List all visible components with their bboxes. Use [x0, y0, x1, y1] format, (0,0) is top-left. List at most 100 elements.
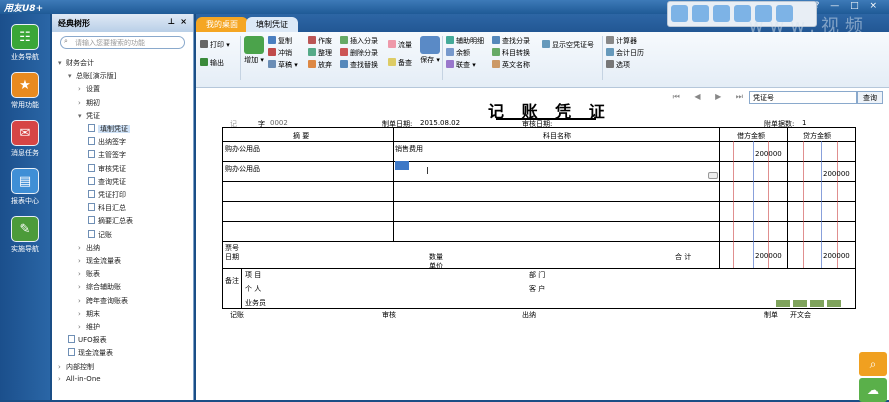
tree-node[interactable]: › 跨年查询账表 [78, 296, 128, 306]
output-button[interactable]: 输出 [200, 58, 224, 68]
aux-detail-button[interactable]: 辅助明细 [446, 36, 484, 46]
find-replace-button[interactable]: 查找替换 [340, 60, 378, 70]
record-nav-arrows[interactable]: ⏮ ◀ ▶ ⏭ [673, 92, 749, 102]
expand-arrow-icon[interactable]: › [78, 283, 86, 291]
expand-arrow-icon[interactable]: › [58, 375, 66, 383]
expand-arrow-icon[interactable]: › [78, 85, 86, 93]
flow-button[interactable]: 流量 [388, 40, 412, 50]
quick-icon[interactable] [713, 5, 730, 22]
expand-arrow-icon[interactable]: › [58, 363, 66, 371]
tree-node[interactable]: 凭证打印 [88, 190, 126, 200]
calculator-button[interactable]: 计算器 [606, 36, 637, 46]
close-icon[interactable]: × [180, 17, 187, 26]
tidy-button[interactable]: 整理 [308, 48, 332, 58]
options-button[interactable]: 选项 [606, 60, 630, 70]
tree-node[interactable]: › 综合辅助账 [78, 282, 121, 292]
tree-node[interactable]: 科目汇总 [88, 203, 126, 213]
subject-convert-label: 科目转换 [502, 49, 530, 57]
tree-node[interactable]: ▾ 财务会计 [58, 58, 94, 68]
add-button[interactable]: 增加 ▾ [244, 36, 264, 65]
tree-node[interactable]: 查询凭证 [88, 176, 126, 187]
nav-star[interactable]: ★ 常用功能 [0, 72, 50, 110]
copy-button[interactable]: 复制 [268, 36, 292, 46]
tree-node[interactable]: ▾ 凭证 [78, 111, 100, 121]
tree-node[interactable]: › 内部控制 [58, 362, 94, 372]
tree-node[interactable]: › 账表 [78, 269, 100, 279]
save-button[interactable]: 保存 ▾ [420, 36, 440, 65]
ref-button[interactable] [708, 172, 718, 179]
tree-node[interactable]: › 期初 [78, 98, 100, 108]
linked-query-button[interactable]: 联查 ▾ [446, 60, 476, 70]
nav-report[interactable]: ▤ 报表中心 [0, 168, 50, 206]
void-button[interactable]: 作废 [308, 36, 332, 46]
main-area: 我的桌面 填制凭证 www.视频 打印 ▾ 输出 增加 ▾ 复制 冲销 草稿 ▾… [196, 1, 889, 402]
search-side-button[interactable]: ⌕ [859, 352, 887, 376]
expand-arrow-icon[interactable]: ▾ [68, 72, 76, 80]
tab-desktop[interactable]: 我的桌面 [196, 17, 248, 32]
row2-summary[interactable]: 购办公用品 [225, 164, 260, 174]
tree-node[interactable]: › 期末 [78, 309, 100, 319]
tree-node[interactable]: › 维护 [78, 322, 100, 332]
insert-entry-button[interactable]: 插入分录 [340, 36, 378, 46]
subject-code-input[interactable] [395, 161, 409, 170]
voucher-number[interactable]: 0002 [270, 119, 288, 127]
tree-node[interactable]: › 设置 [78, 84, 100, 94]
nav-implement[interactable]: ✎ 实施导航 [0, 216, 50, 254]
expand-arrow-icon[interactable]: › [78, 270, 86, 278]
tree-node[interactable]: ▾ 总账[演示版] [68, 71, 116, 81]
memo-button[interactable]: 备查 [388, 58, 412, 68]
expand-arrow-icon[interactable]: › [78, 323, 86, 331]
tree-node[interactable]: › All-in-One [58, 375, 101, 383]
tree-node[interactable]: 审核凭证 [88, 163, 126, 174]
tree-node[interactable]: › 现金流量表 [78, 256, 121, 266]
attach-value[interactable]: 1 [802, 119, 806, 127]
calendar-button[interactable]: 会计日历 [606, 48, 644, 58]
cloud-icon: ☁ [867, 383, 879, 397]
calendar-icon [606, 48, 614, 56]
expand-arrow-icon[interactable]: › [78, 257, 86, 265]
tab-voucher-entry[interactable]: 填制凭证 [246, 17, 298, 32]
expand-arrow-icon[interactable]: ▾ [58, 59, 66, 67]
expand-arrow-icon[interactable]: › [78, 310, 86, 318]
tree-node[interactable]: 主管签字 [88, 150, 126, 160]
draft-button[interactable]: 草稿 ▾ [268, 60, 298, 70]
date-value[interactable]: 2015.08.02 [420, 119, 460, 127]
divider [602, 36, 603, 80]
tree-node[interactable]: 现金流量表 [68, 348, 113, 358]
delete-entry-button[interactable]: 删除分录 [340, 48, 378, 58]
void-icon [308, 36, 316, 44]
cloud-side-button[interactable]: ☁ [859, 378, 887, 402]
tree-node[interactable]: 摘要汇总表 [88, 216, 133, 226]
tree-node[interactable]: 记账 [88, 229, 112, 240]
print-button[interactable]: 打印 ▾ [200, 40, 230, 50]
find-replace-label: 查找替换 [350, 61, 378, 69]
query-button[interactable]: 查询 [857, 91, 883, 104]
search-input[interactable]: ⌕ 请输入您要搜索的功能 [60, 36, 185, 49]
expand-arrow-icon[interactable]: › [78, 297, 86, 305]
tree-node[interactable]: 填制凭证 [88, 124, 130, 134]
expand-arrow-icon[interactable]: ▾ [78, 112, 86, 120]
subject-convert-button[interactable]: 科目转换 [492, 48, 530, 58]
discard-button[interactable]: 放弃 [308, 60, 332, 70]
tree-node[interactable]: › 出纳 [78, 243, 100, 253]
balance-button[interactable]: 余额 [446, 48, 470, 58]
en-name-button[interactable]: 英文名称 [492, 60, 530, 70]
row1-debit[interactable]: 200000 [755, 150, 782, 158]
row1-summary[interactable]: 购办公用品 [225, 144, 260, 154]
tree-node[interactable]: UFO报表 [68, 335, 107, 345]
expand-arrow-icon[interactable]: › [78, 244, 86, 252]
nav-business-nav[interactable]: ☷ 业务导航 [0, 24, 50, 62]
expand-arrow-icon[interactable]: › [78, 99, 86, 107]
output-label: 输出 [210, 59, 224, 67]
find-entry-button[interactable]: 查找分录 [492, 36, 530, 46]
tree-node[interactable]: 出纳签字 [88, 137, 126, 147]
nav-task[interactable]: ✉ 消息任务 [0, 120, 50, 158]
pin-icon[interactable]: ⊥ [168, 17, 175, 26]
voucher-no-input[interactable]: 凭证号 [749, 91, 857, 104]
quick-icon[interactable] [671, 5, 688, 22]
flush-button[interactable]: 冲销 [268, 48, 292, 58]
row2-credit[interactable]: 200000 [823, 170, 850, 178]
quick-icon[interactable] [692, 5, 709, 22]
show-empty-button[interactable]: 显示空凭证号 [542, 40, 594, 50]
row1-subject[interactable]: 销售费用 [395, 144, 423, 154]
